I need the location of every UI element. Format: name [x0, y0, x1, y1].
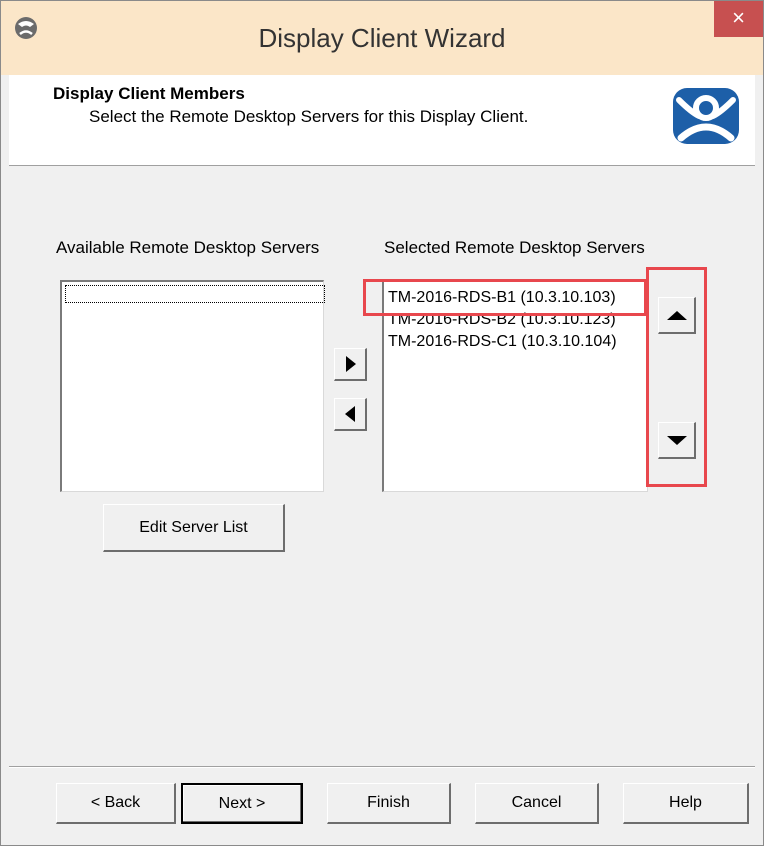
highlight-order-buttons: [646, 267, 707, 487]
page-subtitle: Select the Remote Desktop Servers for th…: [89, 107, 529, 126]
focus-rectangle: [65, 285, 325, 303]
title-bar[interactable]: Display Client Wizard ×: [1, 1, 763, 75]
footer-divider-highlight: [9, 767, 755, 768]
cancel-button[interactable]: Cancel: [475, 783, 599, 824]
triangle-left-icon: [345, 406, 355, 422]
available-servers-list[interactable]: [60, 280, 325, 492]
close-button[interactable]: ×: [714, 1, 763, 37]
help-button[interactable]: Help: [623, 783, 749, 824]
remove-server-button[interactable]: [334, 398, 367, 431]
finish-button[interactable]: Finish: [327, 783, 451, 824]
terminal-manager-logo-icon: [673, 88, 739, 144]
back-button[interactable]: < Back: [56, 783, 176, 824]
triangle-right-icon: [346, 356, 356, 372]
next-button[interactable]: Next >: [181, 783, 303, 824]
wizard-window: Display Client Wizard × Display Client M…: [0, 0, 764, 846]
add-server-button[interactable]: [334, 348, 367, 381]
highlight-first-item: [363, 279, 647, 316]
available-servers-label: Available Remote Desktop Servers: [56, 238, 320, 257]
edit-server-list-button[interactable]: Edit Server List: [103, 504, 285, 552]
window-title: Display Client Wizard: [258, 23, 506, 53]
page-title: Display Client Members: [53, 84, 245, 103]
list-item[interactable]: TM-2016-RDS-C1 (10.3.10.104): [388, 333, 617, 351]
selected-servers-label: Selected Remote Desktop Servers: [384, 238, 645, 257]
